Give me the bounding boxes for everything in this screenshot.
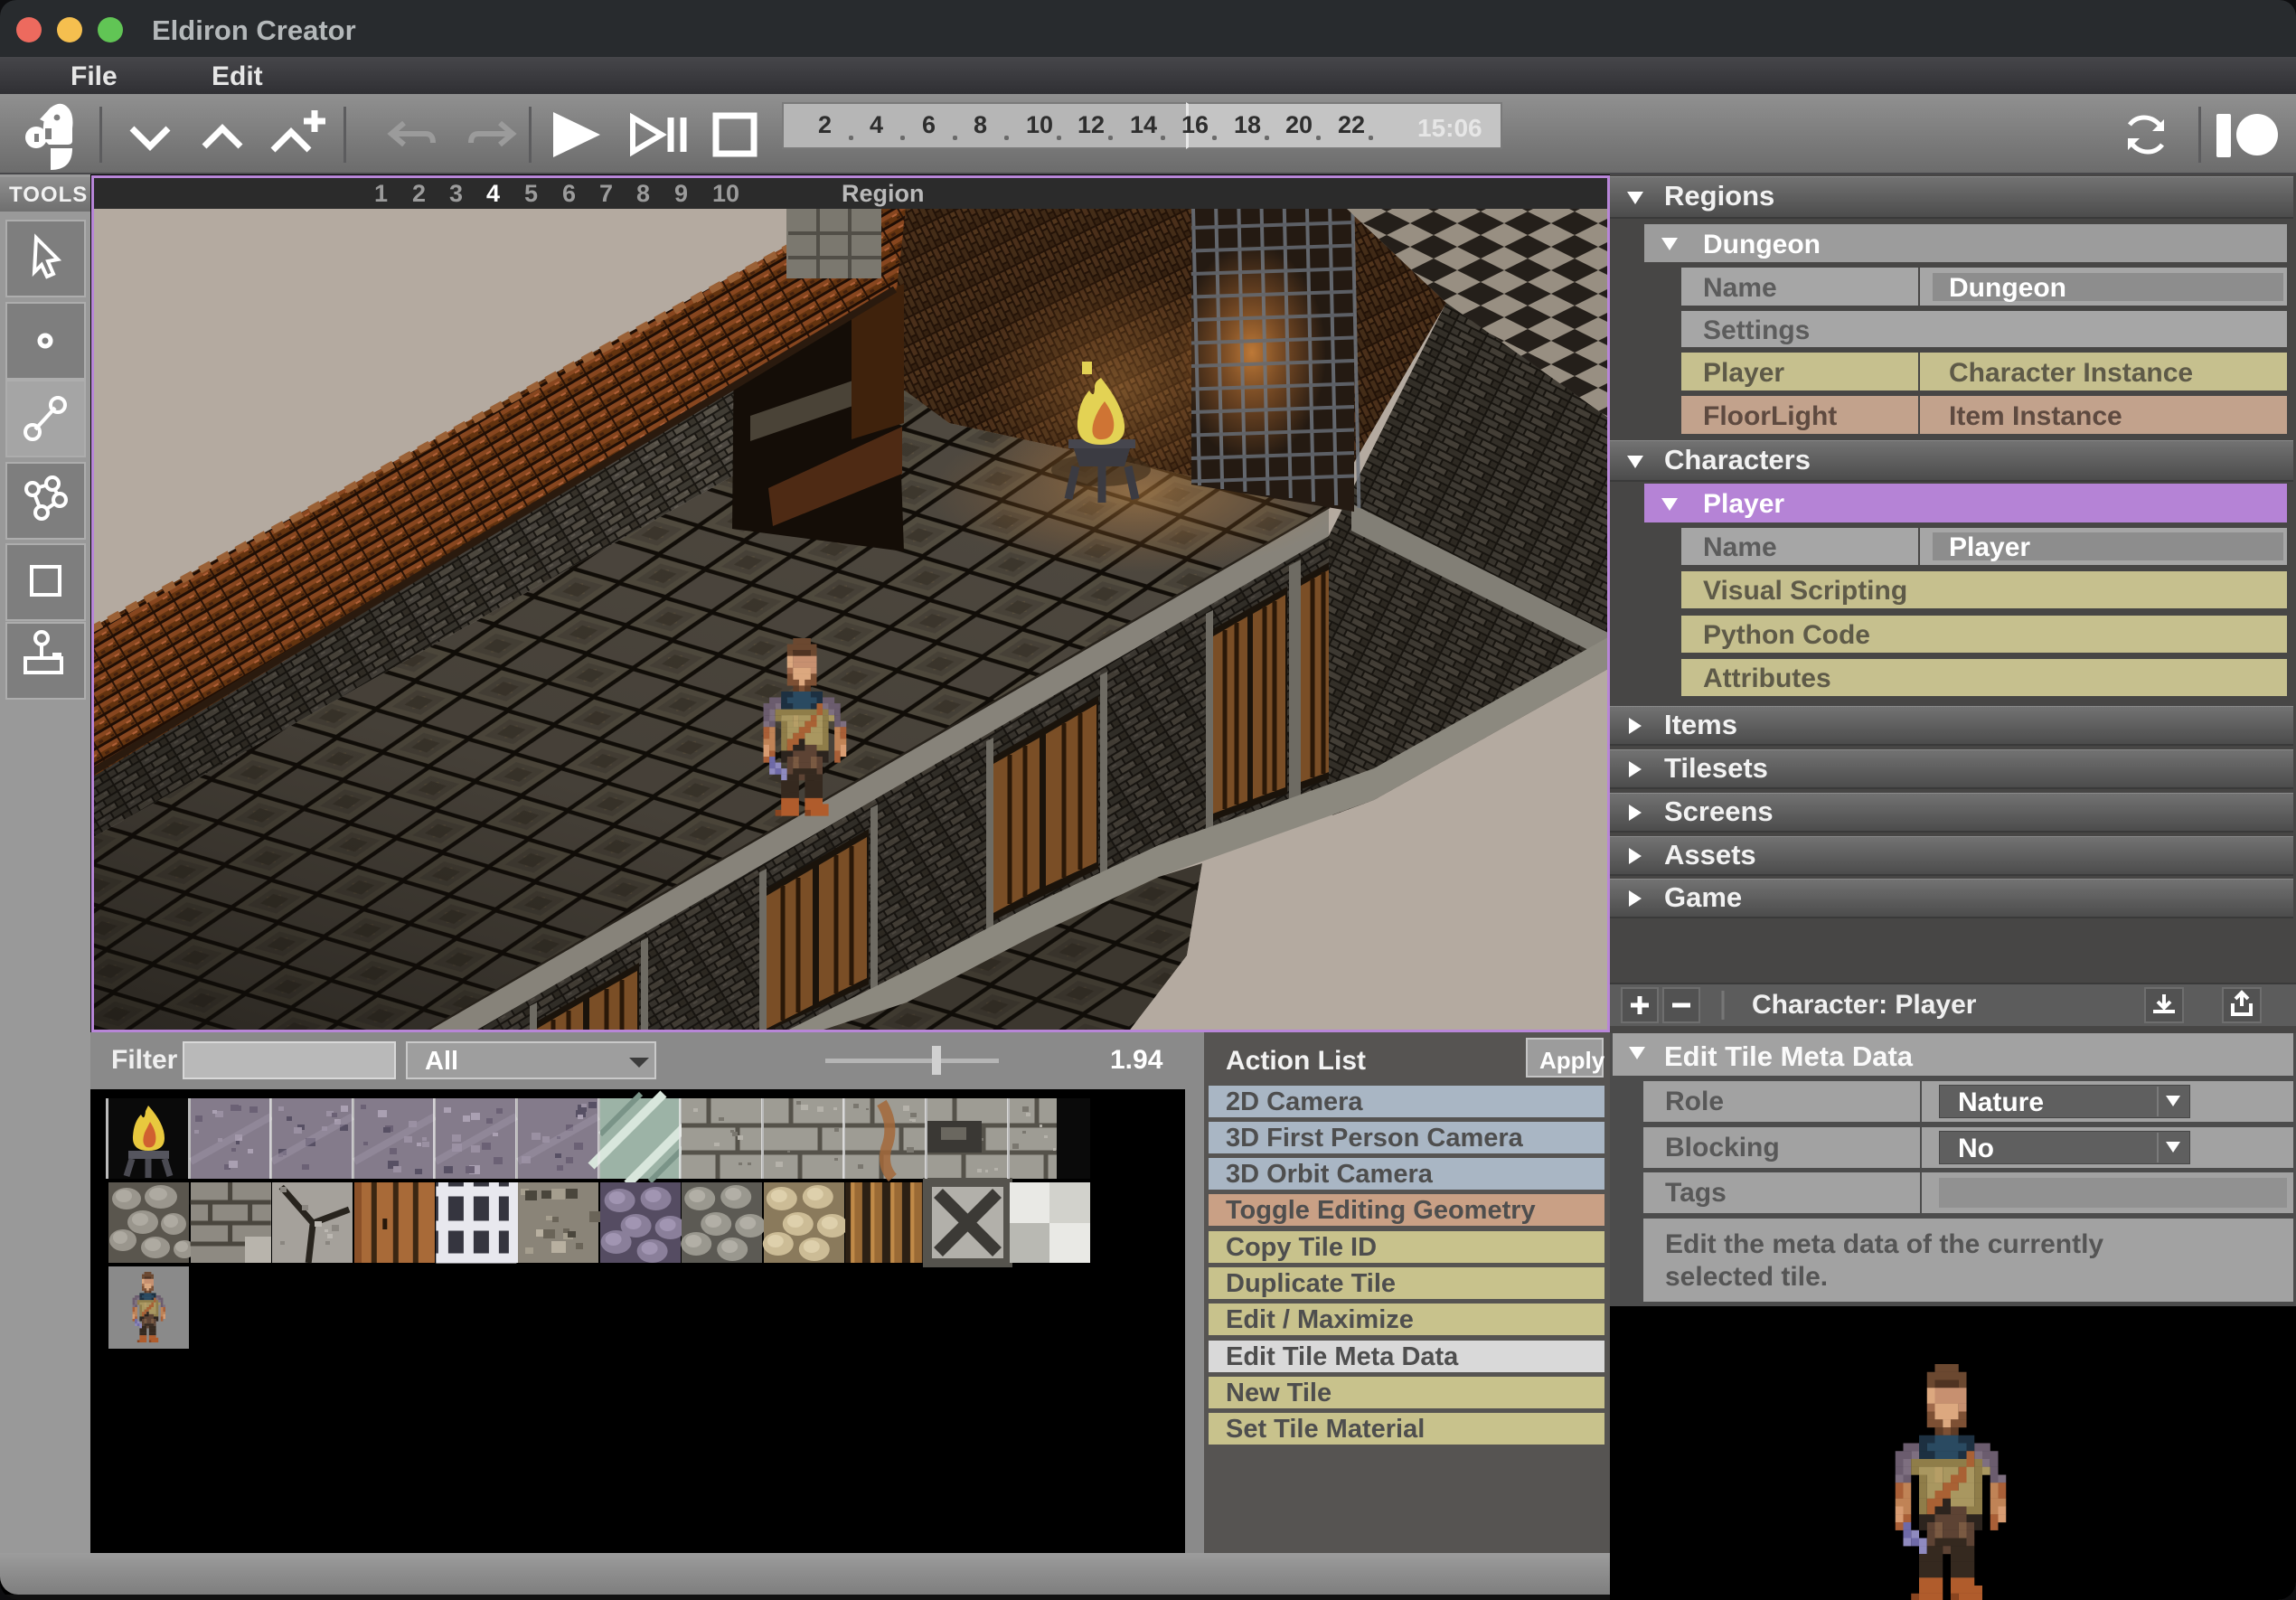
svg-text:6: 6 (562, 180, 576, 207)
svg-text:7: 7 (599, 180, 613, 207)
svg-text:5: 5 (524, 180, 538, 207)
svg-text:9: 9 (674, 180, 688, 207)
svg-text:3: 3 (449, 180, 463, 207)
svg-text:Region: Region (842, 180, 925, 207)
svg-text:4: 4 (486, 180, 500, 207)
svg-text:2: 2 (412, 180, 426, 207)
svg-text:10: 10 (712, 180, 739, 207)
svg-text:8: 8 (636, 180, 650, 207)
svg-text:1: 1 (374, 180, 388, 207)
